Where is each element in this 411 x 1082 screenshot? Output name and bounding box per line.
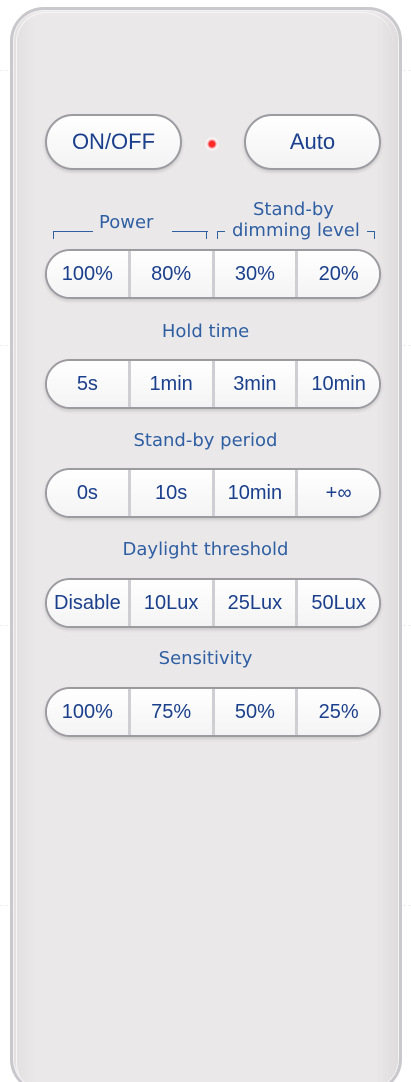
on-off-button[interactable]: ON/OFF xyxy=(45,114,182,170)
power-dimming-selector: 100% 80% 30% 20% xyxy=(45,249,381,299)
sensitivity-75-button[interactable]: 75% xyxy=(127,689,212,735)
dimming-bracket-left xyxy=(217,231,225,232)
daylight-10lux-button[interactable]: 10Lux xyxy=(127,580,212,626)
power-bracket-right-tick xyxy=(206,231,207,239)
sensitivity-selector: 100% 75% 50% 25% xyxy=(45,687,381,737)
dimming-bracket-right-tick xyxy=(374,231,375,239)
hold-time-5s-button[interactable]: 5s xyxy=(47,361,128,407)
sensitivity-50-button[interactable]: 50% xyxy=(211,689,296,735)
daylight-threshold-selector: Disable 10Lux 25Lux 50Lux xyxy=(45,578,381,628)
dimming-30-button[interactable]: 30% xyxy=(211,251,296,297)
standby-period-0s-button[interactable]: 0s xyxy=(47,470,128,516)
standby-period-label: Stand-by period xyxy=(133,430,278,451)
daylight-threshold-label: Daylight threshold xyxy=(122,539,289,560)
daylight-disable-button[interactable]: Disable xyxy=(47,580,128,626)
power-label: Power xyxy=(99,212,154,233)
hold-time-10min-button[interactable]: 10min xyxy=(295,361,379,407)
hold-time-label: Hold time xyxy=(161,321,250,342)
standby-period-10min-button[interactable]: 10min xyxy=(211,470,296,516)
auto-button-label: Auto xyxy=(289,129,336,154)
remote-control-screen: ON/OFF Auto Power Stand-by dimming level… xyxy=(0,0,411,1082)
sensitivity-100-button[interactable]: 100% xyxy=(47,689,128,735)
hold-time-selector: 5s 1min 3min 10min xyxy=(45,359,381,409)
standby-dimming-label-line2: dimming level xyxy=(232,220,360,241)
daylight-25lux-button[interactable]: 25Lux xyxy=(211,580,296,626)
auto-button[interactable]: Auto xyxy=(244,114,381,170)
power-bracket-left-tick xyxy=(53,231,54,239)
standby-period-selector: 0s 10s 10min +∞ xyxy=(45,468,381,518)
on-off-button-label: ON/OFF xyxy=(71,129,156,154)
standby-period-infinite-button[interactable]: +∞ xyxy=(295,470,379,516)
dimming-20-button[interactable]: 20% xyxy=(295,251,379,297)
daylight-50lux-button[interactable]: 50Lux xyxy=(295,580,379,626)
sensitivity-label: Sensitivity xyxy=(158,648,253,669)
power-100-button[interactable]: 100% xyxy=(47,251,128,297)
hold-time-1min-button[interactable]: 1min xyxy=(127,361,212,407)
dimming-bracket-left-tick xyxy=(217,231,218,239)
sensitivity-25-button[interactable]: 25% xyxy=(295,689,379,735)
standby-period-10s-button[interactable]: 10s xyxy=(127,470,212,516)
power-bracket-left xyxy=(53,231,93,232)
hold-time-3min-button[interactable]: 3min xyxy=(211,361,296,407)
power-bracket-right xyxy=(172,231,208,232)
standby-dimming-label-line1: Stand-by xyxy=(253,199,334,220)
power-80-button[interactable]: 80% xyxy=(127,251,212,297)
status-led-indicator xyxy=(205,137,219,151)
